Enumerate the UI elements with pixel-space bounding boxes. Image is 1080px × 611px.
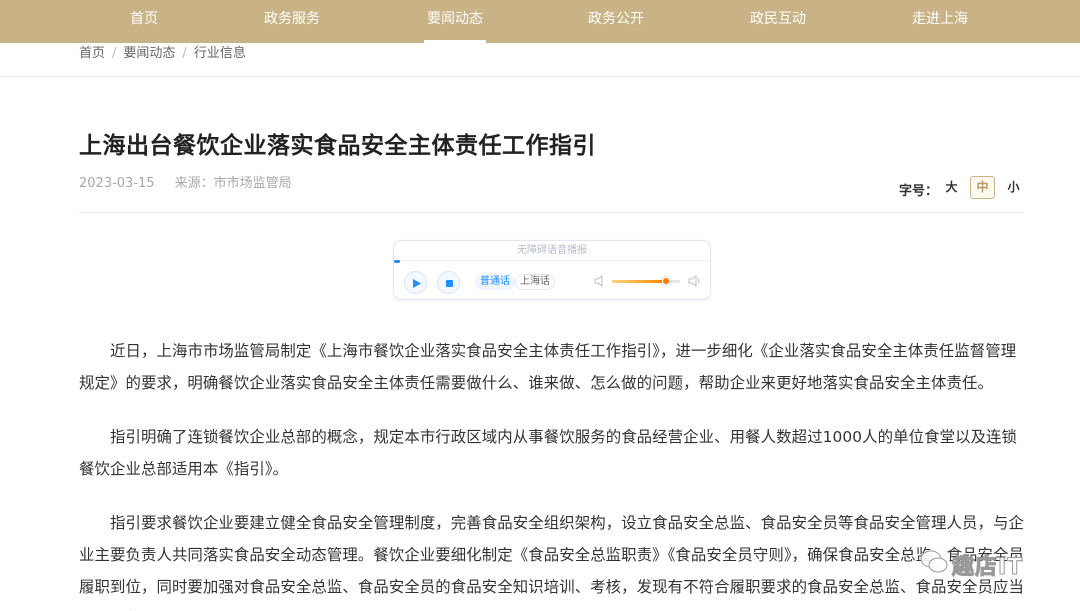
breadcrumb-news[interactable]: 要闻动态 <box>123 46 175 61</box>
font-size-medium-button[interactable]: 中 <box>970 176 995 199</box>
volume-slider-fill <box>612 280 667 283</box>
nav-item-gov-services[interactable]: 政务服务 <box>262 0 322 43</box>
audio-player-title: 无障碍语音播报 <box>394 241 710 261</box>
nav-item-gov-disclosure[interactable]: 政务公开 <box>586 0 646 43</box>
nav-item-home[interactable]: 首页 <box>114 0 174 43</box>
article-paragraph: 近日，上海市市场监管局制定《上海市餐饮企业落实食品安全主体责任工作指引》，进一步… <box>79 342 1017 392</box>
font-size-large-button[interactable]: 大 <box>939 176 964 199</box>
volume-up-icon[interactable] <box>688 275 702 287</box>
breadcrumb: 首页 / 要闻动态 / 行业信息 <box>79 43 246 65</box>
article-paragraph: 指引要求餐饮企业要建立健全食品安全管理制度，完善食品安全组织架构，设立食品安全总… <box>79 514 1025 611</box>
watermark-text: 趣店IT <box>951 555 1024 581</box>
stop-button[interactable] <box>437 271 460 294</box>
volume-slider[interactable] <box>612 277 680 285</box>
breadcrumb-separator: / <box>182 46 187 61</box>
main-nav: 首页 政务服务 要闻动态 政务公开 政民互动 走进上海 <box>0 0 1080 43</box>
breadcrumb-bar: 首页 / 要闻动态 / 行业信息 <box>0 43 1080 77</box>
font-size-label: 字号： <box>899 184 939 199</box>
article-paragraph: 指引明确了连锁餐饮企业总部的概念，规定本市行政区域内从事餐饮服务的食品经营企业、… <box>79 428 1018 478</box>
play-button[interactable] <box>404 271 427 294</box>
stop-icon <box>446 280 453 287</box>
font-size-small-button[interactable]: 小 <box>1001 176 1026 199</box>
nav-item-news[interactable]: 要闻动态 <box>424 0 486 43</box>
article-meta: 2023-03-15 来源：市市场监管局 <box>79 172 292 191</box>
audio-progress-bar[interactable] <box>394 260 400 263</box>
breadcrumb-home[interactable]: 首页 <box>79 46 105 61</box>
audio-player: 无障碍语音播报 普通话 上海话 <box>393 240 711 300</box>
nav-item-interaction[interactable]: 政民互动 <box>748 0 808 43</box>
divider <box>79 212 1024 213</box>
page-title: 上海出台餐饮企业落实食品安全主体责任工作指引 <box>79 133 596 159</box>
volume-down-icon[interactable] <box>594 275 606 287</box>
play-icon <box>413 279 421 288</box>
nav-item-about-shanghai[interactable]: 走进上海 <box>908 0 972 43</box>
article-date: 2023-03-15 <box>79 176 155 191</box>
breadcrumb-separator: / <box>112 46 117 61</box>
breadcrumb-industry[interactable]: 行业信息 <box>194 46 246 61</box>
lang-mandarin-button[interactable]: 普通话 <box>475 274 515 290</box>
wechat-icon <box>920 550 948 573</box>
article-source: 来源：市市场监管局 <box>174 176 292 191</box>
lang-shanghainese-button[interactable]: 上海话 <box>515 274 555 290</box>
